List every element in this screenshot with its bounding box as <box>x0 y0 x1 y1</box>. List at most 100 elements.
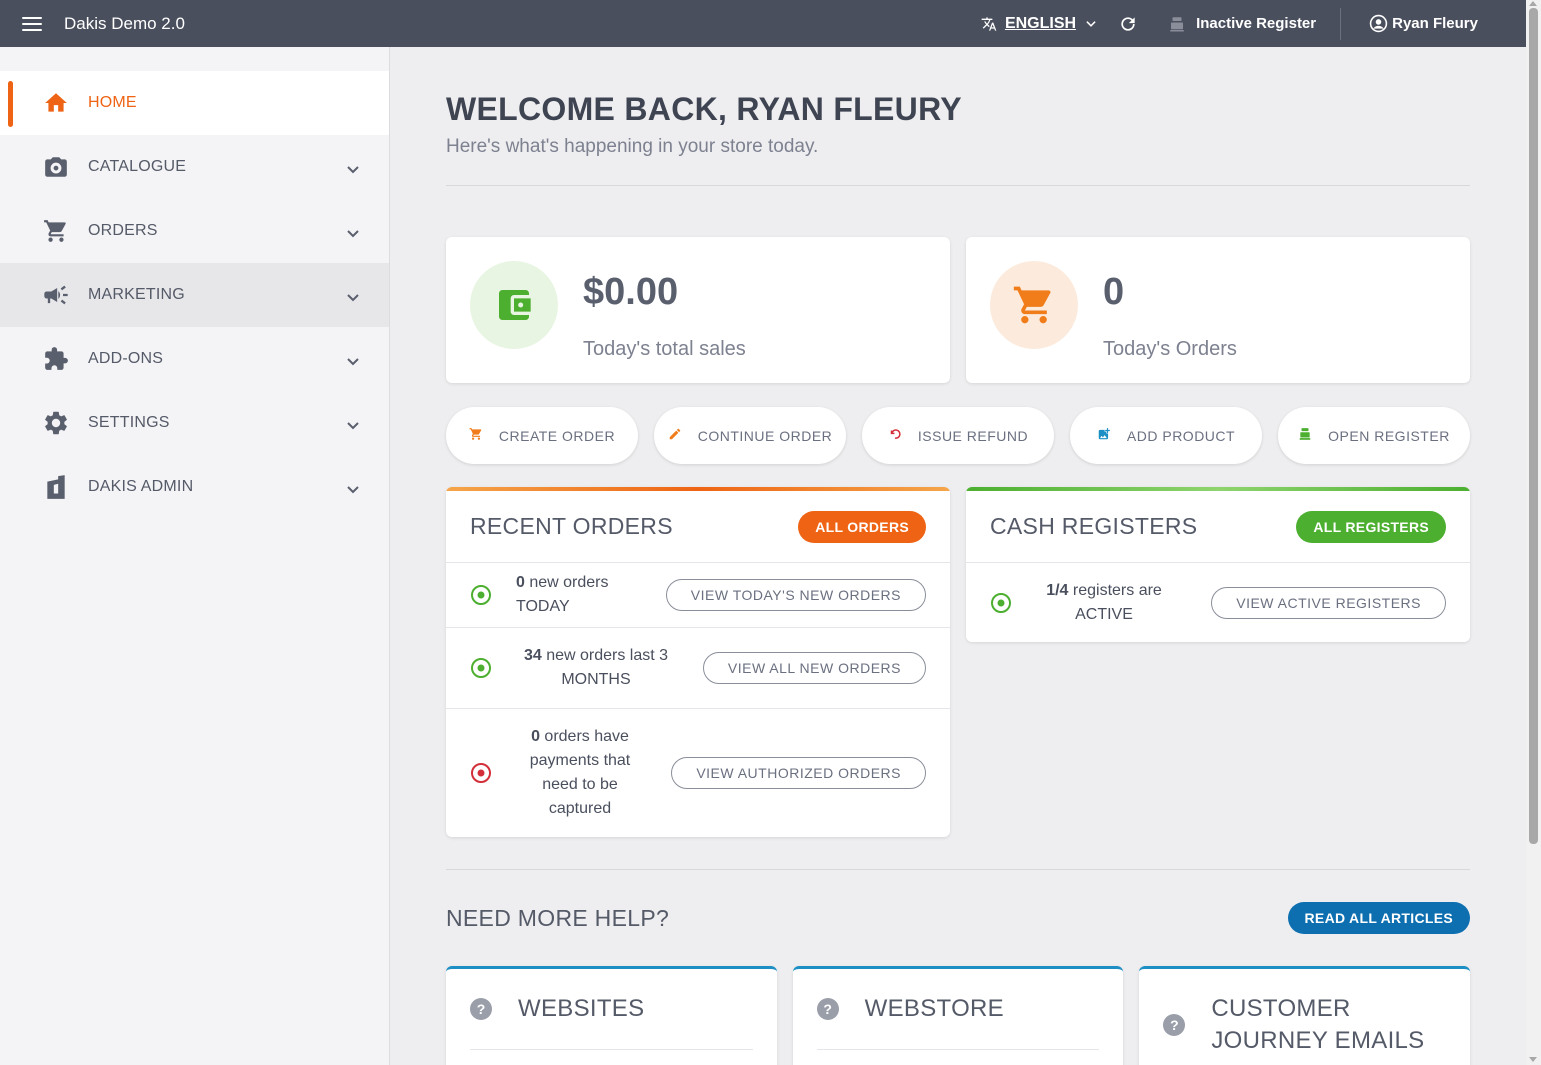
view-active-registers-button[interactable]: VIEW ACTIVE REGISTERS <box>1211 586 1446 619</box>
cash-register-icon <box>1298 427 1312 444</box>
help-card-label: WEBSTORE <box>864 995 1004 1022</box>
menu-icon[interactable] <box>22 16 42 31</box>
chevron-down-icon <box>346 354 360 372</box>
sales-label: Today's total sales <box>583 338 746 360</box>
row-text: 1/4 registers are ACTIVE <box>1036 579 1172 627</box>
create-order-button[interactable]: CREATE ORDER <box>446 407 638 464</box>
help-icon: ? <box>470 998 492 1020</box>
chevron-down-icon <box>346 162 360 180</box>
view-todays-new-orders-button[interactable]: VIEW TODAY'S NEW ORDERS <box>665 579 926 611</box>
user-menu[interactable]: Ryan Fleury <box>1341 14 1526 33</box>
admin-icon <box>42 473 70 501</box>
orders-stat-card: 0 Today's Orders <box>966 237 1470 383</box>
user-name: Ryan Fleury <box>1392 15 1478 32</box>
sidebar-item-dakis-admin[interactable]: DAKIS ADMIN <box>0 455 389 519</box>
sidebar: HOME CATALOGUE ORDERS MARKETING ADD-ONS … <box>0 47 390 1065</box>
gear-icon <box>42 409 70 437</box>
pencil-icon <box>668 427 682 444</box>
help-card-label: CUSTOMER JOURNEY EMAILS <box>1211 995 1425 1054</box>
divider <box>446 869 1470 870</box>
top-app-bar: Dakis Demo 2.0 ENGLISH Inactive Register <box>0 0 1526 47</box>
list-item: 34 new orders last 3 MONTHS VIEW ALL NEW… <box>446 628 950 709</box>
all-registers-button[interactable]: ALL REGISTERS <box>1296 510 1446 543</box>
sidebar-item-marketing[interactable]: MARKETING <box>0 263 389 327</box>
page-subtitle: Here's what's happening in your store to… <box>446 136 819 157</box>
recent-orders-panel: RECENT ORDERS ALL ORDERS 0 new orders TO… <box>446 487 950 837</box>
help-card-customer-journey-emails[interactable]: ? CUSTOMER JOURNEY EMAILS <box>1139 966 1471 1065</box>
scroll-up-icon[interactable] <box>1529 1 1537 6</box>
status-dot-icon <box>991 592 1011 613</box>
continue-order-label: CONTINUE ORDER <box>697 427 833 444</box>
list-item: 0 orders have payments that need to be c… <box>446 709 950 837</box>
status-dot-icon <box>471 585 491 605</box>
cart-icon <box>469 427 483 444</box>
row-label: new orders TODAY <box>516 574 609 615</box>
scroll-down-icon[interactable] <box>1529 1057 1537 1062</box>
cash-registers-panel: CASH REGISTERS ALL REGISTERS 1/4 registe… <box>966 487 1470 642</box>
register-status[interactable]: Inactive Register <box>1168 15 1340 33</box>
scroll-thumb[interactable] <box>1529 8 1538 844</box>
row-text: 0 new orders TODAY <box>516 571 666 619</box>
help-card-label: WEBSITES <box>518 995 645 1022</box>
panel-title: CASH REGISTERS <box>990 513 1198 539</box>
app-title: Dakis Demo 2.0 <box>64 13 185 33</box>
panel-title: RECENT ORDERS <box>470 513 673 539</box>
view-authorized-orders-button[interactable]: VIEW AUTHORIZED ORDERS <box>671 757 926 789</box>
account-circle-icon <box>1369 14 1388 33</box>
sidebar-item-label: MARKETING <box>88 286 185 303</box>
language-label: ENGLISH <box>1004 14 1077 32</box>
chevron-down-icon <box>346 418 360 436</box>
view-all-new-orders-button[interactable]: VIEW ALL NEW ORDERS <box>702 652 926 684</box>
continue-order-button[interactable]: CONTINUE ORDER <box>654 407 846 464</box>
help-card-websites[interactable]: ? WEBSITES <box>446 966 777 1065</box>
refresh-icon[interactable] <box>1118 14 1138 34</box>
help-icon: ? <box>816 998 839 1020</box>
sidebar-item-settings[interactable]: SETTINGS <box>0 391 389 455</box>
sidebar-item-label: HOME <box>88 94 137 111</box>
language-selector[interactable]: ENGLISH <box>981 15 1098 33</box>
add-photo-icon <box>1097 427 1111 444</box>
scrollbar[interactable] <box>1526 0 1541 1065</box>
status-dot-icon <box>471 763 491 783</box>
add-product-button[interactable]: ADD PRODUCT <box>1070 407 1262 464</box>
sidebar-item-catalogue[interactable]: CATALOGUE <box>0 135 389 199</box>
orders-value: 0 <box>1103 271 1125 313</box>
undo-icon <box>888 427 902 444</box>
row-text: 0 orders have payments that need to be c… <box>516 725 644 821</box>
sidebar-item-home[interactable]: HOME <box>0 71 389 135</box>
chevron-down-icon <box>346 290 360 308</box>
list-item: 1/4 registers are ACTIVE VIEW ACTIVE REG… <box>966 563 1470 642</box>
row-count: 0 <box>531 728 540 745</box>
sidebar-item-label: ORDERS <box>88 222 158 239</box>
sidebar-item-label: DAKIS ADMIN <box>88 478 194 495</box>
open-register-button[interactable]: OPEN REGISTER <box>1278 407 1470 464</box>
cart-icon <box>42 217 70 245</box>
list-item: 0 new orders TODAY VIEW TODAY'S NEW ORDE… <box>446 563 950 628</box>
sidebar-item-label: CATALOGUE <box>88 158 187 175</box>
puzzle-icon <box>42 345 70 373</box>
main-content: WELCOME BACK, RYAN FLEURY Here's what's … <box>446 47 1471 1065</box>
sidebar-item-add-ons[interactable]: ADD-ONS <box>0 327 389 391</box>
camera-icon <box>42 153 70 181</box>
all-orders-button[interactable]: ALL ORDERS <box>798 510 926 543</box>
issue-refund-button[interactable]: ISSUE REFUND <box>862 407 1054 464</box>
help-icon: ? <box>1163 1014 1186 1036</box>
sidebar-item-label: ADD-ONS <box>88 350 164 367</box>
chevron-down-icon <box>1084 17 1098 31</box>
megaphone-icon <box>42 281 70 309</box>
cart-icon <box>990 261 1078 349</box>
sidebar-item-orders[interactable]: ORDERS <box>0 199 389 263</box>
row-label: registers are ACTIVE <box>1072 581 1162 623</box>
chevron-down-icon <box>346 482 360 500</box>
help-card-webstore[interactable]: ? WEBSTORE <box>792 966 1124 1065</box>
divider <box>446 185 1470 186</box>
row-count: 34 <box>523 647 542 664</box>
home-icon <box>42 89 70 117</box>
register-status-label: Inactive Register <box>1196 15 1317 32</box>
open-register-label: OPEN REGISTER <box>1328 427 1450 444</box>
status-dot-icon <box>471 658 491 678</box>
row-text: 34 new orders last 3 MONTHS <box>516 644 676 692</box>
page-title: WELCOME BACK, RYAN FLEURY <box>446 91 962 127</box>
orders-label: Today's Orders <box>1103 338 1237 360</box>
read-all-articles-button[interactable]: READ ALL ARTICLES <box>1287 902 1470 934</box>
